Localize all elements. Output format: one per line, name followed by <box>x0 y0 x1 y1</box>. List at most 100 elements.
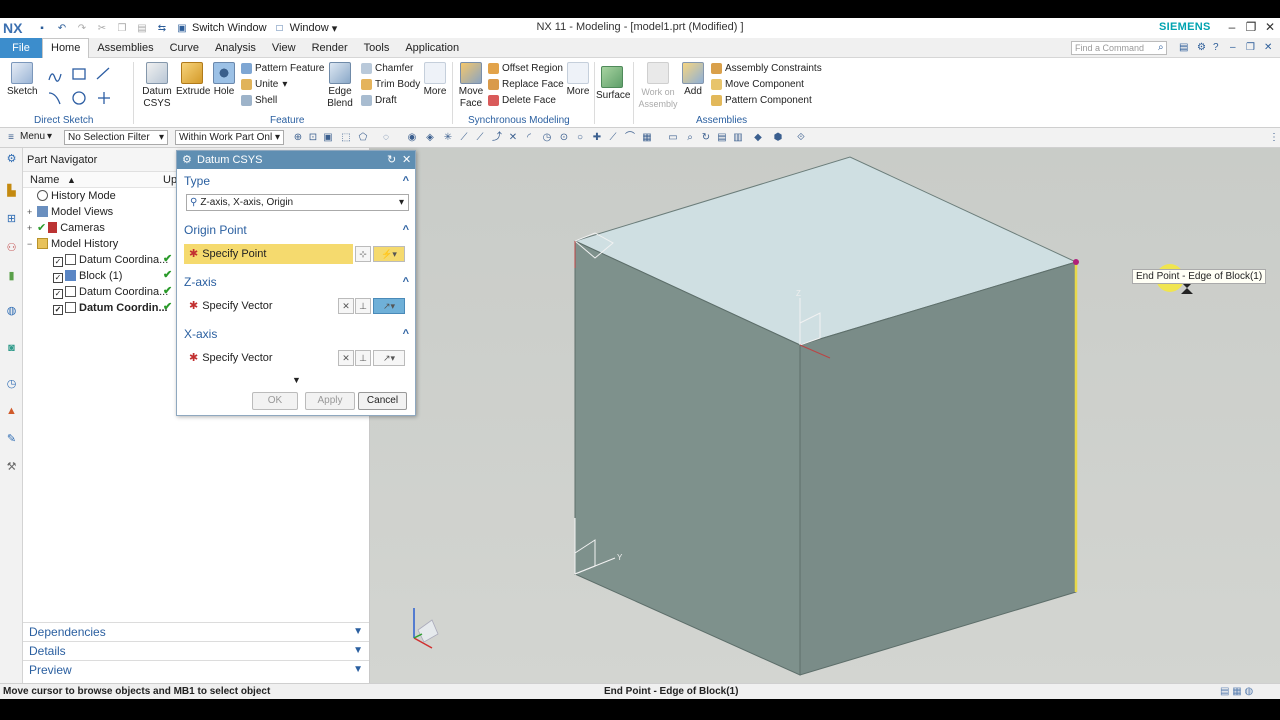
tab-tools[interactable]: Tools <box>356 38 398 58</box>
process-studio-icon[interactable]: ▲ <box>4 404 19 419</box>
section-view-icon[interactable]: ⟐ <box>795 132 807 144</box>
replace-face-button[interactable]: Replace Face <box>488 79 564 90</box>
reverse-direction-icon[interactable]: ✕ <box>338 350 354 366</box>
switch-window-button[interactable]: Switch Window <box>192 22 267 34</box>
trim-body-button[interactable]: Trim Body <box>361 79 420 90</box>
minimize-icon[interactable]: – <box>1224 20 1240 34</box>
assembly-navigator-icon[interactable]: ▙ <box>4 184 19 199</box>
layer-icon[interactable]: ▤ <box>716 132 728 144</box>
reset-icon[interactable]: ↻ <box>387 151 396 169</box>
repeat-command-icon[interactable]: ⇆ <box>155 21 169 35</box>
close-icon[interactable]: ✕ <box>1262 20 1278 34</box>
expand-icon[interactable]: + <box>27 204 37 220</box>
tree-item-cameras[interactable]: + ✔ Cameras <box>27 220 179 236</box>
switch-window-icon[interactable]: ▣ <box>175 21 189 35</box>
assembly-constraints-button[interactable]: Assembly Constraints <box>711 63 822 74</box>
sync-more-button[interactable]: More <box>565 62 591 97</box>
roles-icon[interactable]: ✎ <box>4 432 19 447</box>
fit-view-icon[interactable]: ▭ <box>667 132 679 144</box>
move-component-button[interactable]: Move Component <box>711 79 804 90</box>
vector-dialog-icon[interactable]: ⊥ <box>355 350 371 366</box>
window-icon[interactable]: □ <box>273 21 287 35</box>
column-name[interactable]: Name <box>30 172 59 188</box>
apply-button[interactable]: Apply <box>305 392 355 410</box>
ribbon-close-icon[interactable]: ✕ <box>1264 42 1272 53</box>
inferred-vector-icon[interactable]: ↗▾ <box>373 298 405 314</box>
delete-face-button[interactable]: Delete Face <box>488 95 556 106</box>
tab-curve[interactable]: Curve <box>162 38 207 58</box>
end-point-snap-icon[interactable]: ⟋ <box>458 132 470 144</box>
pattern-feature-button[interactable]: Pattern Feature <box>241 63 324 74</box>
feature-more-button[interactable]: More <box>422 62 448 97</box>
tab-home[interactable]: Home <box>42 37 90 58</box>
rotate-view-icon[interactable]: ↻ <box>700 132 712 144</box>
tab-application[interactable]: Application <box>397 38 467 58</box>
view-orient-icon[interactable]: ◈ <box>424 132 436 144</box>
column-up-to-date[interactable]: Up <box>163 172 177 188</box>
edge-blend-button[interactable]: Edge Blend <box>326 62 354 110</box>
z-axis-section-header[interactable]: Z-axis ^ <box>181 272 413 292</box>
tab-render[interactable]: Render <box>304 38 356 58</box>
dialog-gear-icon[interactable]: ⚙ <box>182 151 192 169</box>
mid-point-snap-icon[interactable]: ⟋ <box>474 132 486 144</box>
add-component-button[interactable]: Add <box>682 62 704 97</box>
rectangle-select-icon[interactable]: ⬚ <box>340 132 352 144</box>
menu-chevron-icon[interactable]: ▾ <box>47 131 52 142</box>
select-type-icon[interactable]: ⊡ <box>307 132 319 144</box>
extrude-button[interactable]: Extrude <box>176 62 210 97</box>
tree-item-model-views[interactable]: + Model Views <box>27 204 179 220</box>
snap-point-on-icon[interactable]: ✳ <box>442 132 454 144</box>
hole-button[interactable]: Hole <box>211 62 237 97</box>
chamfer-button[interactable]: Chamfer <box>361 63 413 74</box>
orient-view-icon[interactable]: ◆ <box>752 132 764 144</box>
quadrant-snap-icon[interactable]: ◷ <box>541 132 553 144</box>
curve-rule-icon[interactable]: ⌒ <box>624 132 636 144</box>
sketch-button[interactable]: Sketch <box>7 62 38 97</box>
menu-button[interactable]: Menu <box>20 131 45 142</box>
work-on-assembly-button[interactable]: Work on Assembly <box>638 62 678 110</box>
type-section-header[interactable]: Type ^ <box>181 171 413 191</box>
face-rule-icon[interactable]: ▦ <box>641 132 653 144</box>
selection-scope-dropdown[interactable]: Within Work Part Onl ▾ <box>175 130 284 145</box>
tree-item-history-mode[interactable]: History Mode <box>27 188 179 204</box>
system-scene-icon[interactable]: ⚒ <box>4 460 19 475</box>
search-icon[interactable]: ⌕ <box>1158 42 1164 53</box>
more-options-chevron-icon[interactable]: ▼ <box>292 375 301 385</box>
point-dialog-icon[interactable]: ⊹ <box>355 246 371 262</box>
type-dropdown[interactable]: ⚲ Z-axis, X-axis, Origin ▾ <box>186 194 409 211</box>
dependencies-panel[interactable]: Dependencies ▼ <box>23 622 369 640</box>
cut-icon[interactable]: ✂ <box>95 21 109 35</box>
show-hide-icon[interactable]: ◉ <box>406 132 418 144</box>
point-on-face-snap-icon[interactable]: ✚ <box>591 132 603 144</box>
resource-bar-settings-icon[interactable]: ⚙ <box>4 152 19 167</box>
window-menu[interactable]: Window <box>290 22 329 34</box>
details-panel[interactable]: Details ▼ <box>23 641 369 659</box>
cancel-button[interactable]: Cancel <box>358 392 407 410</box>
bounded-grid-snap-icon[interactable]: ⟋ <box>607 132 619 144</box>
window-menu-chevron-icon[interactable]: ▾ <box>332 22 338 35</box>
zoom-icon[interactable]: ⌕ <box>684 132 696 144</box>
redo-icon[interactable]: ↷ <box>75 21 89 35</box>
tree-item-model-history[interactable]: − Model History <box>27 236 179 252</box>
inferred-point-icon[interactable]: ⚡▾ <box>373 246 405 262</box>
window-layout-icon[interactable]: ▤ <box>1179 42 1188 53</box>
restore-icon[interactable]: ❐ <box>1243 20 1259 34</box>
ribbon-restore-icon[interactable]: ❐ <box>1246 42 1255 53</box>
snap-settings-icon[interactable]: ⊕ <box>292 132 304 144</box>
tab-analysis[interactable]: Analysis <box>207 38 264 58</box>
pattern-component-button[interactable]: Pattern Component <box>711 95 812 106</box>
model-canvas[interactable]: Z Y <box>370 148 1280 683</box>
control-point-snap-icon[interactable]: ⤴ <box>491 132 503 144</box>
graphics-viewport[interactable]: Z Y <box>370 148 1280 683</box>
find-command-input[interactable]: Find a Command <box>1071 41 1167 55</box>
part-navigator-icon[interactable]: ⚇ <box>4 241 19 256</box>
point-on-curve-snap-icon[interactable]: ○ <box>574 132 586 144</box>
copy-icon[interactable]: ❐ <box>115 21 129 35</box>
tab-assemblies[interactable]: Assemblies <box>89 38 161 58</box>
unite-button[interactable]: Unite ▾ <box>241 79 287 90</box>
surface-button[interactable]: Surface <box>596 66 630 101</box>
collapse-icon[interactable]: − <box>27 236 37 252</box>
render-style-icon[interactable]: ▥ <box>732 132 744 144</box>
visibility-checkbox[interactable]: ✓ <box>53 305 63 315</box>
select-feature-icon[interactable]: ▣ <box>322 132 334 144</box>
